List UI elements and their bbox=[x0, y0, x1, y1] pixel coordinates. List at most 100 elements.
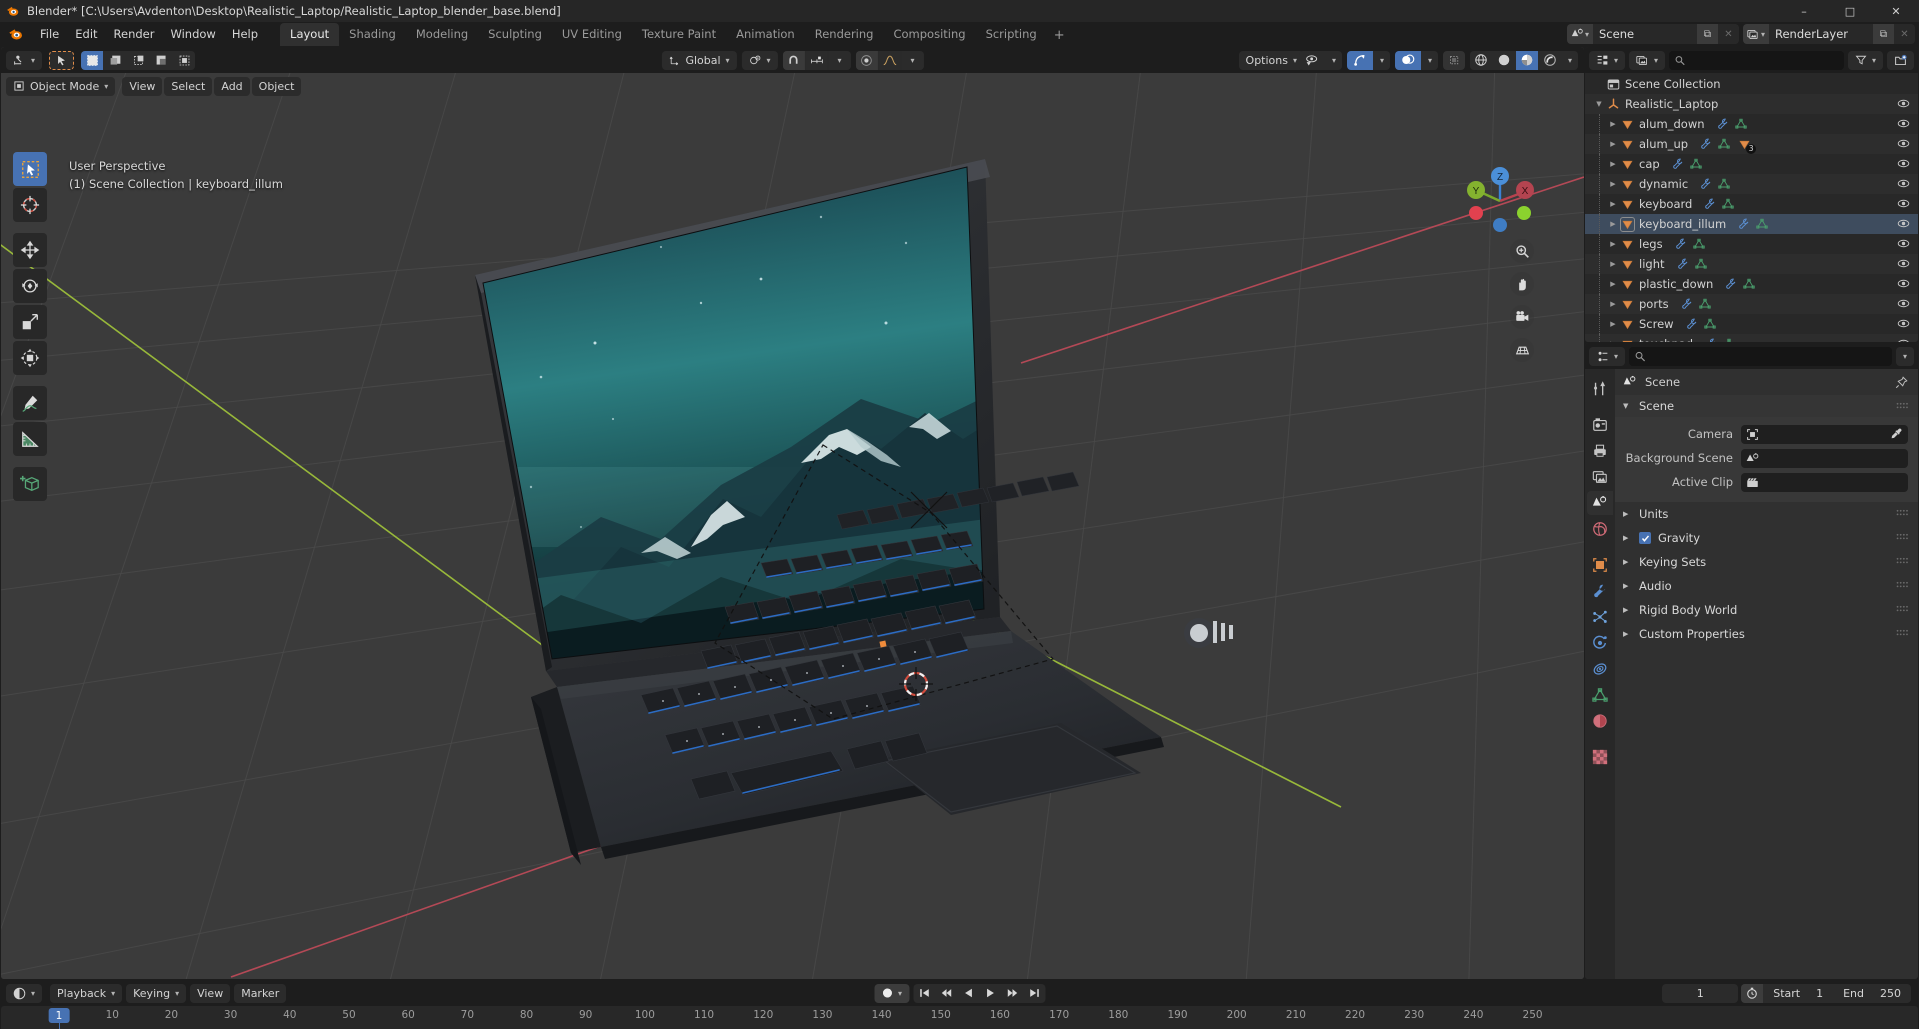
tab-view-layer[interactable] bbox=[1587, 465, 1613, 489]
wireframe-shading-icon[interactable] bbox=[1470, 50, 1492, 70]
tool-cursor[interactable] bbox=[13, 188, 47, 222]
tab-uv-editing[interactable]: UV Editing bbox=[552, 23, 632, 46]
modifier-icon[interactable] bbox=[1700, 138, 1712, 150]
tab-particles[interactable] bbox=[1587, 605, 1613, 629]
tab-physics[interactable] bbox=[1587, 631, 1613, 655]
outliner-search-input[interactable] bbox=[1690, 53, 1838, 67]
tab-tool[interactable] bbox=[1587, 377, 1613, 401]
modifier-icon[interactable] bbox=[1672, 158, 1684, 170]
viewport-menu-add[interactable]: Add bbox=[214, 76, 250, 96]
overlays-dropdown-icon[interactable]: ▾ bbox=[1422, 50, 1438, 70]
property-panel-header[interactable]: ▶ Audio bbox=[1615, 574, 1918, 598]
panel-drag-handle[interactable] bbox=[1896, 533, 1909, 542]
new-view-layer-button[interactable]: ⧉ bbox=[1873, 24, 1894, 44]
mesh-data-icon[interactable] bbox=[1743, 278, 1756, 290]
select-set-icon[interactable] bbox=[81, 50, 104, 70]
menu-help[interactable]: Help bbox=[224, 24, 266, 44]
object-visibility-icon[interactable] bbox=[1897, 337, 1910, 342]
modifier-icon[interactable] bbox=[1705, 338, 1717, 342]
timeline-ruler[interactable]: 10 20 30 40 50 60 70 80 90 100 110 120 130 140 150 160 1… bbox=[1, 1006, 1918, 1029]
toggle-perspective-icon[interactable] bbox=[1510, 338, 1534, 362]
object-visibility-icon[interactable] bbox=[1897, 237, 1910, 250]
panel-drag-handle[interactable] bbox=[1896, 605, 1909, 614]
object-visibility-icon[interactable] bbox=[1897, 137, 1910, 150]
select-intersect-icon[interactable] bbox=[173, 50, 196, 70]
modifier-icon[interactable] bbox=[1681, 298, 1693, 310]
collection-visibility-icon[interactable] bbox=[1897, 97, 1910, 110]
unlink-scene-button[interactable]: ✕ bbox=[1718, 24, 1739, 44]
proportional-edit-icon[interactable] bbox=[855, 50, 878, 70]
transform-orientation-selector[interactable]: Global ▾ bbox=[661, 50, 737, 70]
frame-start-field[interactable]: Start 1 bbox=[1763, 984, 1833, 1003]
use-preview-range-icon[interactable] bbox=[1741, 983, 1764, 1003]
object-visibility-icon[interactable] bbox=[1897, 217, 1910, 230]
panel-drag-handle[interactable] bbox=[1896, 629, 1909, 638]
tab-shading[interactable]: Shading bbox=[339, 23, 406, 46]
pin-icon[interactable] bbox=[1895, 375, 1908, 389]
property-panel-header[interactable]: ▶ Keying Sets bbox=[1615, 550, 1918, 574]
modifier-icon[interactable] bbox=[1704, 198, 1716, 210]
outliner-editor-type-icon[interactable]: ▾ bbox=[1589, 50, 1626, 70]
object-disclosure-icon[interactable]: ▶ bbox=[1605, 320, 1621, 328]
move-view-icon[interactable] bbox=[1510, 272, 1534, 296]
select-extend-icon[interactable] bbox=[104, 50, 127, 70]
background-scene-field[interactable] bbox=[1741, 448, 1908, 468]
mesh-data-icon[interactable] bbox=[1718, 138, 1730, 150]
snap-target-icon[interactable] bbox=[805, 50, 828, 70]
frame-end-field[interactable]: End 250 bbox=[1833, 984, 1911, 1003]
property-panel-header[interactable]: ▶ Custom Properties bbox=[1615, 622, 1918, 646]
outliner-row-scene-collection[interactable]: Scene Collection bbox=[1585, 74, 1918, 94]
view-layer-name[interactable]: RenderLayer bbox=[1769, 24, 1873, 44]
scene-name[interactable]: Scene bbox=[1593, 24, 1697, 44]
outliner-row-collection[interactable]: ▼ Realistic_Laptop bbox=[1585, 94, 1918, 114]
object-disclosure-icon[interactable]: ▶ bbox=[1605, 160, 1621, 168]
falloff-dropdown-icon[interactable]: ▾ bbox=[901, 50, 924, 70]
outliner-row-object[interactable]: ▶ alum_down bbox=[1585, 114, 1918, 134]
object-disclosure-icon[interactable]: ▶ bbox=[1605, 280, 1621, 288]
properties-options-button[interactable]: ▾ bbox=[1895, 346, 1914, 366]
rendered-shading-icon[interactable] bbox=[1539, 50, 1561, 70]
maximize-button[interactable]: □ bbox=[1827, 0, 1873, 22]
solid-shading-icon[interactable] bbox=[1493, 50, 1515, 70]
eyedropper-icon[interactable] bbox=[1890, 427, 1903, 440]
property-panel-header[interactable]: ▶ Units bbox=[1615, 502, 1918, 526]
toggle-xray-icon[interactable] bbox=[1443, 50, 1465, 70]
tab-object[interactable] bbox=[1587, 553, 1613, 577]
object-disclosure-icon[interactable]: ▶ bbox=[1605, 140, 1621, 148]
jump-to-start-button[interactable] bbox=[913, 984, 935, 1003]
timeline-editor-type-icon[interactable]: ▾ bbox=[6, 983, 43, 1003]
outliner-row-object[interactable]: ▶ touchpad bbox=[1585, 334, 1918, 342]
panel-drag-handle[interactable] bbox=[1896, 509, 1909, 518]
object-visibility-icon[interactable] bbox=[1897, 117, 1910, 130]
outliner-row-object[interactable]: ▶ keyboard bbox=[1585, 194, 1918, 214]
object-disclosure-icon[interactable]: ▶ bbox=[1605, 220, 1621, 228]
object-visibility-icon[interactable] bbox=[1897, 317, 1910, 330]
jump-to-next-keyframe-button[interactable] bbox=[1001, 984, 1023, 1003]
viewport-menu-select[interactable]: Select bbox=[164, 76, 213, 96]
outliner-row-object[interactable]: ▶ keyboard_illum bbox=[1585, 214, 1918, 234]
properties-editor-type-icon[interactable]: ▾ bbox=[1589, 346, 1626, 366]
outliner-search-field[interactable] bbox=[1669, 50, 1844, 70]
close-button[interactable]: ✕ bbox=[1873, 0, 1919, 22]
new-scene-button[interactable]: ⧉ bbox=[1697, 24, 1718, 44]
mesh-data-icon[interactable] bbox=[1756, 218, 1768, 230]
tool-scale[interactable] bbox=[13, 305, 47, 339]
falloff-curve-icon[interactable] bbox=[878, 50, 901, 70]
show-overlays-icon[interactable] bbox=[1395, 50, 1421, 70]
panel-drag-handle[interactable] bbox=[1896, 402, 1909, 411]
zoom-view-icon[interactable] bbox=[1510, 239, 1534, 263]
viewport-menu-view[interactable]: View bbox=[122, 76, 163, 96]
timeline-menu-marker[interactable]: Marker bbox=[234, 983, 287, 1003]
object-disclosure-icon[interactable]: ▶ bbox=[1605, 120, 1621, 128]
mesh-data-icon[interactable] bbox=[1703, 318, 1716, 330]
tool-measure[interactable] bbox=[13, 422, 47, 456]
gizmo-dropdown-icon[interactable]: ▾ bbox=[1374, 50, 1390, 70]
object-children-badge[interactable]: 3 bbox=[1738, 138, 1757, 154]
tab-world[interactable] bbox=[1587, 517, 1613, 541]
pivot-point-selector[interactable]: ▾ bbox=[741, 50, 778, 70]
modifier-icon[interactable] bbox=[1738, 218, 1750, 230]
minimize-button[interactable]: – bbox=[1781, 0, 1827, 22]
remove-view-layer-button[interactable]: ✕ bbox=[1894, 24, 1915, 44]
jump-to-prev-keyframe-button[interactable] bbox=[935, 984, 957, 1003]
select-subtract-icon[interactable] bbox=[127, 50, 150, 70]
